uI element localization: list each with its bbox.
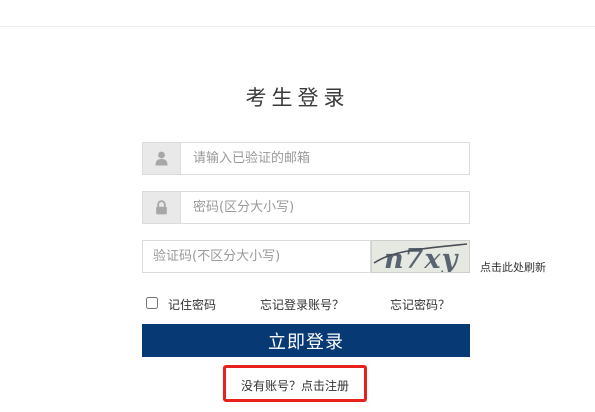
page-title: 考生登录 [245, 86, 350, 110]
register-link[interactable]: 没有账号？点击注册 [226, 377, 364, 394]
password-input-group [142, 191, 479, 224]
captcha-input-group [142, 240, 371, 273]
user-icon [155, 151, 168, 166]
remember-password-label: 记住密码 [168, 298, 217, 312]
top-divider [0, 26, 595, 27]
lock-icon [156, 200, 167, 215]
forgot-account-link[interactable]: 忘记登录账号？ [260, 296, 344, 313]
captcha-input[interactable] [143, 241, 370, 272]
email-addon [143, 143, 181, 174]
captcha-graphic: n7xy [372, 241, 469, 272]
email-input-group [142, 142, 479, 175]
captcha-image[interactable]: n7xy [371, 240, 470, 273]
register-highlight-box: 没有账号？点击注册 [223, 365, 367, 402]
login-button[interactable]: 立即登录 [142, 324, 470, 357]
forgot-password-link[interactable]: 忘记密码？ [390, 296, 450, 313]
password-input[interactable] [181, 192, 479, 223]
email-input[interactable] [181, 143, 479, 174]
refresh-captcha-link[interactable]: 点击此处刷新 [480, 259, 546, 275]
password-addon [143, 192, 181, 223]
remember-password-checkbox[interactable] [146, 297, 158, 309]
